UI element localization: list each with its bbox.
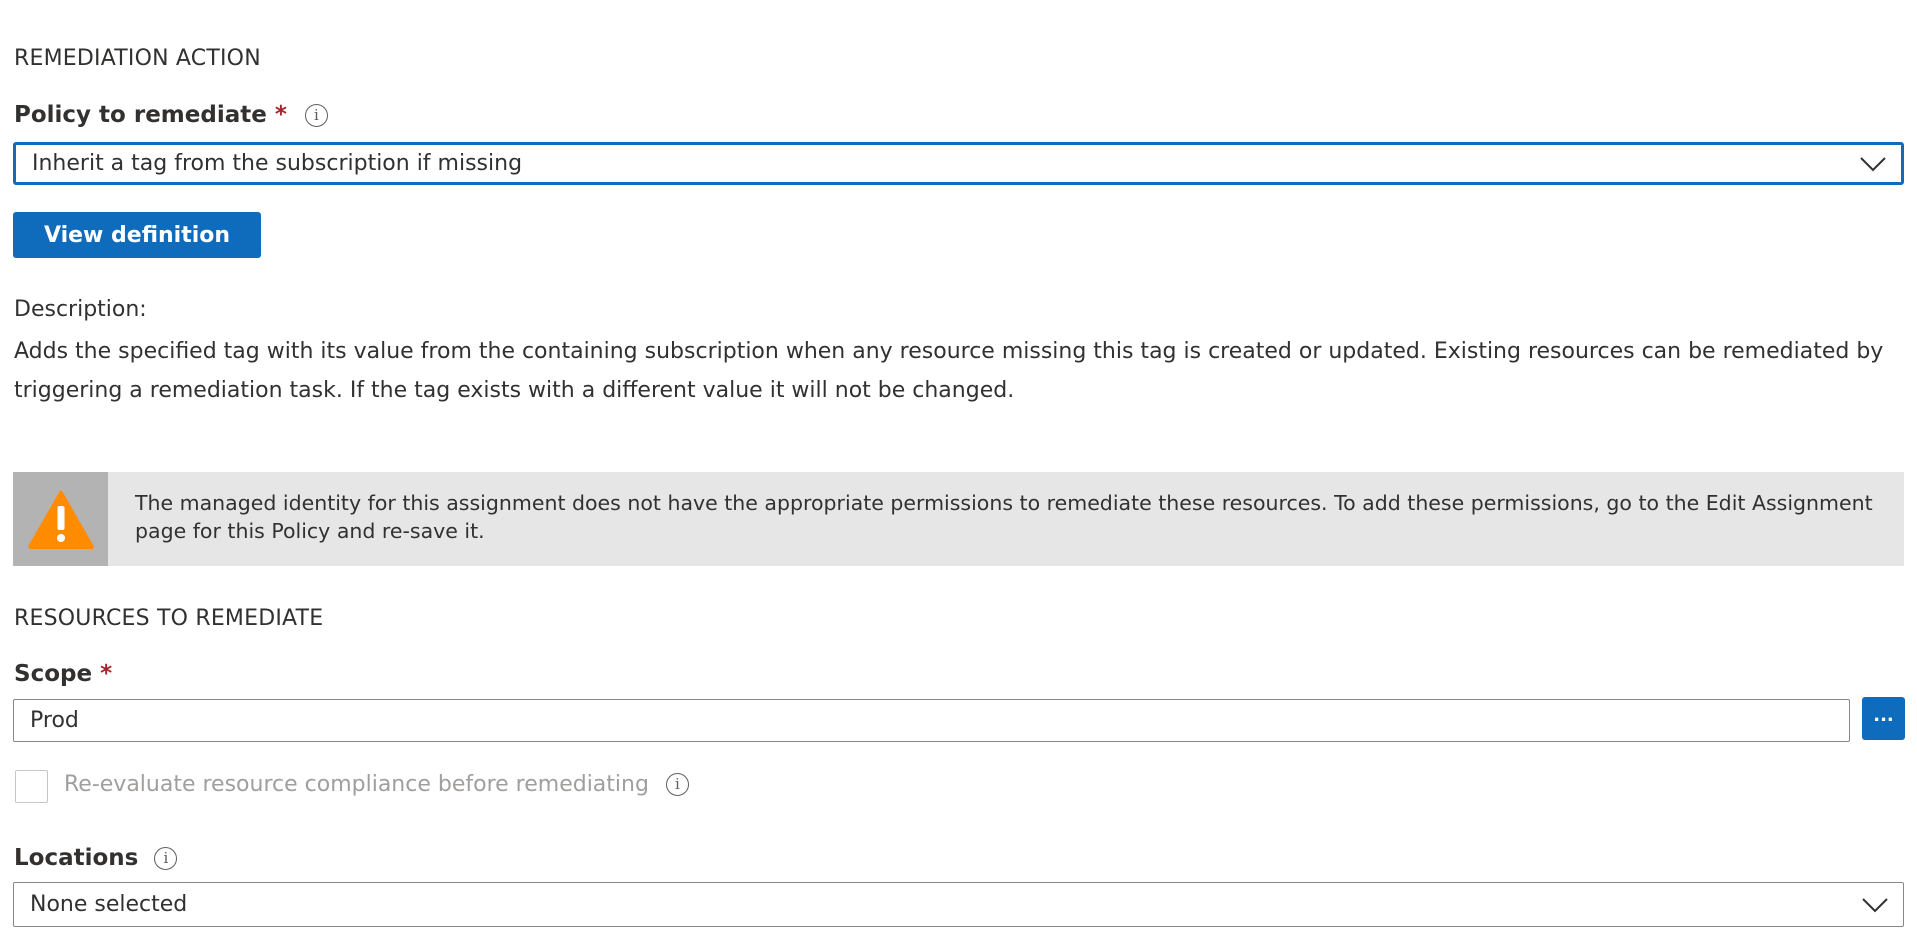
chevron-down-icon — [1860, 156, 1886, 171]
locations-label-text: Locations — [14, 845, 139, 871]
policy-dropdown-value: Inherit a tag from the subscription if m… — [32, 151, 523, 176]
required-marker: * — [100, 661, 113, 687]
scope-label-text: Scope — [14, 661, 93, 687]
info-icon[interactable]: i — [665, 773, 689, 796]
required-marker: * — [274, 102, 287, 128]
warning-icon-container — [13, 472, 108, 566]
description-label: Description: — [14, 297, 147, 322]
policy-label-text: Policy to remediate — [14, 102, 267, 128]
policy-dropdown[interactable]: Inherit a tag from the subscription if m… — [13, 142, 1904, 185]
reevaluate-checkbox[interactable] — [15, 770, 48, 803]
section-title-resources: RESOURCES TO REMEDIATE — [14, 606, 324, 631]
description-text: Adds the specified tag with its value fr… — [14, 339, 1884, 403]
section-title-remediation-action: REMEDIATION ACTION — [14, 46, 261, 71]
reevaluate-label: Re-evaluate resource compliance before r… — [64, 772, 689, 797]
warning-message: The managed identity for this assignment… — [135, 491, 1873, 543]
chevron-down-icon — [1862, 897, 1888, 912]
warning-banner: The managed identity for this assignment… — [13, 472, 1904, 566]
scope-label: Scope * — [14, 661, 112, 687]
reevaluate-label-text: Re-evaluate resource compliance before r… — [64, 772, 649, 797]
scope-input[interactable]: Prod — [13, 699, 1850, 742]
view-definition-button[interactable]: View definition — [13, 212, 261, 258]
warning-icon — [27, 490, 94, 549]
scope-input-value: Prod — [30, 708, 79, 733]
info-icon[interactable]: i — [304, 103, 328, 127]
info-icon[interactable]: i — [154, 846, 178, 870]
scope-browse-button[interactable]: ... — [1862, 697, 1905, 740]
locations-label: Locations i — [14, 845, 178, 871]
locations-dropdown[interactable]: None selected — [13, 882, 1904, 927]
policy-label: Policy to remediate * i — [14, 102, 328, 128]
locations-dropdown-value: None selected — [30, 892, 188, 917]
